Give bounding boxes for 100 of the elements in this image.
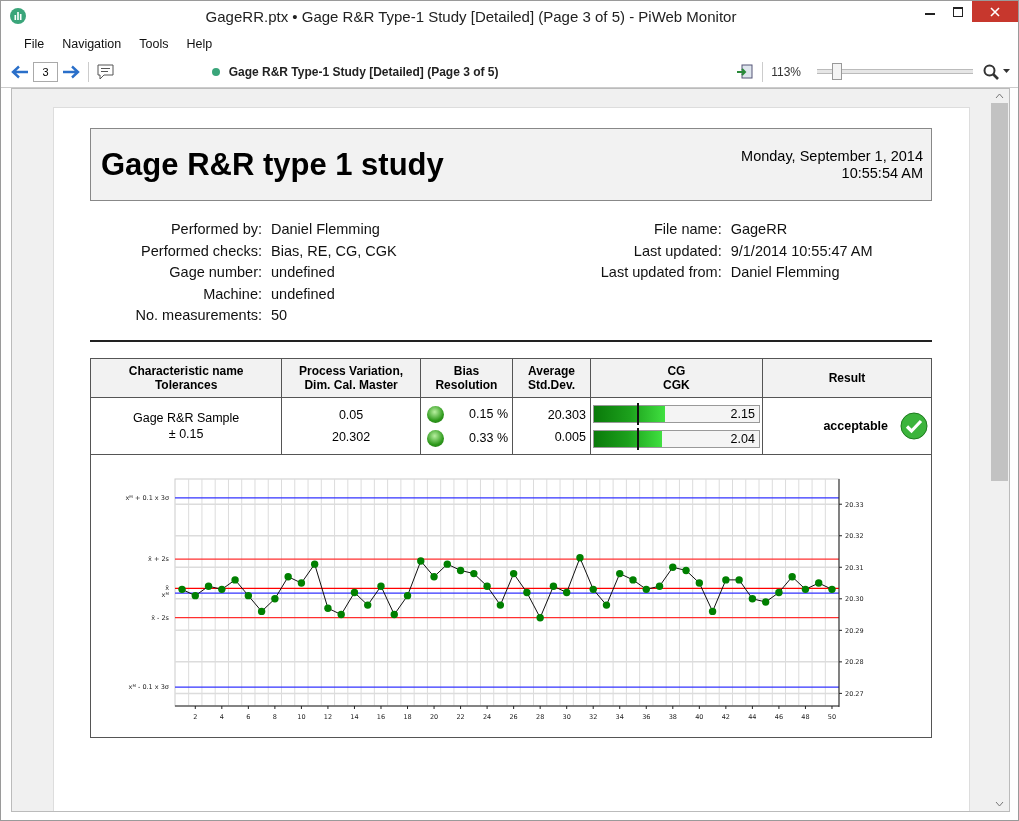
- data-point: [284, 573, 292, 581]
- status-dot: [211, 67, 220, 76]
- data-point: [456, 566, 465, 575]
- data-point: [310, 560, 319, 568]
- forward-arrow-icon[interactable]: [62, 64, 80, 79]
- data-point: [761, 598, 770, 606]
- table-cell: 0.05 20.302: [281, 397, 421, 455]
- info-value: Bias, RE, CG, CGK: [271, 241, 397, 261]
- column-header: Average Std.Dev.: [512, 358, 591, 398]
- data-point: [204, 582, 213, 590]
- data-point: [509, 569, 518, 578]
- data-point: [271, 595, 279, 603]
- data-point: [563, 588, 571, 597]
- info-label: Machine:: [202, 284, 262, 304]
- column-header: Characteristic name Tolerances: [90, 358, 282, 398]
- page-number-field[interactable]: 3: [33, 61, 58, 82]
- data-point: [257, 607, 266, 616]
- data-point: [417, 557, 425, 565]
- data-point: [801, 585, 810, 594]
- data-point: [828, 585, 836, 594]
- info-label: Performed by:: [169, 220, 262, 239]
- limit-marker: [636, 427, 639, 450]
- data-point: [589, 585, 597, 594]
- info-label: Performed checks:: [140, 241, 262, 261]
- back-arrow-icon[interactable]: [11, 64, 29, 79]
- column-header: Bias Resolution: [420, 358, 513, 398]
- data-point: [191, 591, 199, 600]
- info-label: Last updated:: [632, 241, 722, 261]
- data-point: [244, 591, 253, 600]
- data-point: [735, 576, 743, 584]
- data-point: [523, 588, 531, 597]
- data-point: [483, 582, 491, 590]
- table-cell: 20.303 0.005: [512, 397, 591, 455]
- data-point: [616, 569, 624, 578]
- data-point: [722, 576, 730, 584]
- percent-value: 0.15 %: [469, 407, 508, 421]
- capability-value: 2.15: [730, 406, 755, 421]
- search-icon[interactable]: [983, 63, 1000, 80]
- scrollbar-thumb[interactable]: [991, 103, 1008, 481]
- info-value: Daniel Flemming: [730, 263, 841, 282]
- info-value: 9/1/2014 10:55:47 AM: [730, 241, 873, 261]
- data-point: [788, 573, 796, 581]
- data-point: [324, 604, 332, 612]
- caret-icon[interactable]: [1003, 69, 1010, 74]
- window-title: GageRR.ptx • Gage R&R Type-1 Study [Detailed] (Page 3 of 5) - PiWeb Monitor: [204, 7, 738, 25]
- report-date: Monday, September 1, 2014: [741, 147, 923, 165]
- column-header: Result: [762, 358, 932, 398]
- column-header: CG CGK: [590, 358, 763, 398]
- data-point: [669, 563, 677, 571]
- data-point: [708, 607, 717, 616]
- result-text: acceptable: [823, 419, 888, 433]
- app-icon: [10, 8, 26, 24]
- data-point: [178, 585, 186, 594]
- menu-item[interactable]: Help: [177, 36, 222, 51]
- data-point: [337, 610, 345, 619]
- menu-item[interactable]: Tools: [130, 36, 178, 51]
- report-time: 10:55:54 AM: [841, 164, 923, 182]
- info-value: undefined: [271, 263, 336, 282]
- data-point: [377, 582, 385, 590]
- zoom-level: 113%: [771, 64, 801, 79]
- info-label: Last updated from:: [599, 263, 722, 282]
- data-point: [350, 588, 359, 597]
- data-point: [748, 595, 757, 603]
- close-icon[interactable]: [990, 6, 1000, 17]
- data-point: [218, 585, 226, 594]
- menu-item[interactable]: Navigation: [53, 36, 131, 51]
- data-point: [576, 554, 584, 562]
- slider-thumb[interactable]: [831, 63, 842, 80]
- data-point: [496, 601, 505, 609]
- data-point: [364, 601, 372, 609]
- data-point: [443, 560, 451, 568]
- data-point: [642, 585, 650, 594]
- data-point: [695, 579, 704, 587]
- data-point: [682, 566, 690, 575]
- info-value: GageRR: [730, 220, 789, 239]
- report-title: Gage R&R type 1 study: [101, 146, 444, 183]
- percent-value: 0.33 %: [469, 431, 508, 445]
- data-point: [297, 579, 306, 587]
- capability-value: 2.04: [730, 431, 755, 446]
- info-value: Daniel Flemming: [271, 220, 381, 239]
- column-header: Process Variation, Dim. Cal. Master: [281, 358, 421, 398]
- data-point: [629, 576, 637, 584]
- data-point: [430, 573, 438, 581]
- menu-item[interactable]: File: [15, 36, 54, 51]
- data-point: [655, 582, 664, 590]
- table-cell: Gage R&R Sample ± 0.15: [90, 397, 282, 455]
- comment-icon[interactable]: [97, 63, 114, 80]
- data-point: [602, 601, 611, 609]
- data-point: [549, 582, 558, 590]
- data-point: [775, 588, 783, 597]
- info-label: Gage number:: [168, 263, 262, 282]
- info-label: No. measurements:: [134, 306, 262, 325]
- info-label: File name:: [653, 220, 722, 239]
- data-point: [231, 576, 239, 584]
- data-point: [536, 614, 544, 622]
- data-point: [390, 610, 398, 619]
- maximize-icon[interactable]: [953, 6, 963, 17]
- export-icon[interactable]: [736, 63, 755, 80]
- data-point: [470, 569, 478, 578]
- data-point: [815, 579, 823, 587]
